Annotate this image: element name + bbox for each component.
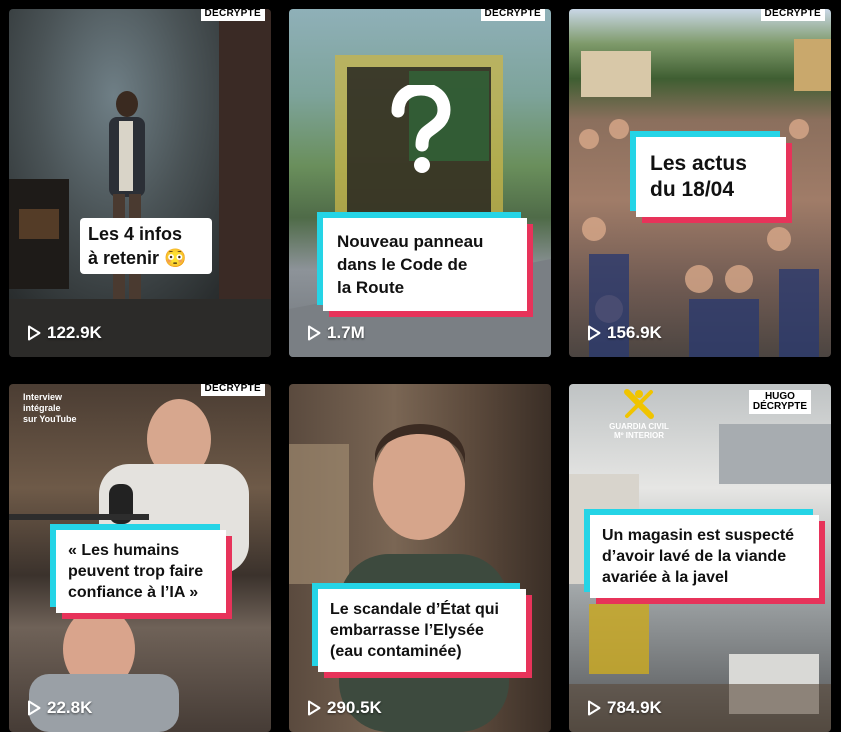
caption-box: Les actus du 18/04 [636, 137, 786, 217]
view-count: 1.7M [307, 323, 365, 343]
decrypte-badge: DÉCRYPTE [200, 384, 265, 396]
play-icon [588, 700, 601, 716]
play-icon [28, 700, 41, 716]
corner-text-line: intégrale [23, 403, 61, 413]
view-count: 784.9K [587, 698, 662, 718]
decrypte-badge: DÉCRYPTE [480, 9, 545, 21]
caption-box: Un magasin est suspecté d’avoir lavé de … [590, 515, 819, 598]
caption-line: dans le Code de [337, 255, 468, 274]
caption-box: Nouveau panneau dans le Code de la Route [323, 218, 527, 311]
play-icon [28, 325, 41, 341]
guardia-civil-label: GUARDIA CIVIL Mº INTERIOR [599, 422, 679, 440]
caption-line: confiance à l’IA » [68, 584, 199, 601]
caption-box: Le scandale d’État qui embarrasse l’Elys… [318, 589, 526, 672]
caption-line: Un magasin est suspecté [602, 527, 795, 544]
view-count-label: 784.9K [607, 698, 662, 717]
caption-box: Les 4 infos à retenir 😳 [80, 218, 212, 274]
caption-box: « Les humains peuvent trop faire confian… [56, 530, 226, 613]
play-icon [588, 325, 601, 341]
corner-text: Interview intégrale sur YouTube [23, 392, 103, 425]
caption-line: d’avoir lavé de la viande [602, 548, 787, 565]
guardia-civil-emblem-icon [624, 389, 654, 419]
view-count: 122.9K [27, 323, 102, 343]
hugo-decrypte-badge: HUGO DÉCRYPTE [748, 390, 811, 414]
caption-line: « Les humains [68, 542, 180, 559]
video-tile-5[interactable]: Le scandale d’État qui embarrasse l’Elys… [289, 384, 551, 732]
badge-line: DÉCRYPTE [752, 401, 807, 412]
presenter-illustration [289, 424, 509, 732]
caption-line: du 18/04 [650, 178, 735, 201]
question-mark-icon [391, 85, 451, 173]
guardia-line: GUARDIA CIVIL [609, 422, 669, 431]
view-count: 156.9K [587, 323, 662, 343]
video-tile-2[interactable]: DÉCRYPTE Nouveau panneau dans le Code de… [289, 9, 551, 357]
caption-line: Les actus [650, 152, 747, 175]
video-tile-3[interactable]: DÉCRYPTE Les actus du 18/04 156.9K [569, 9, 831, 357]
view-count-label: 22.8K [47, 698, 93, 717]
caption-line: Nouveau panneau [337, 232, 484, 251]
play-icon [308, 700, 321, 716]
view-count-label: 1.7M [327, 323, 365, 342]
decrypte-badge: DÉCRYPTE [760, 9, 825, 21]
video-tile-1[interactable]: DÉCRYPTE Les 4 infos à retenir 😳 122.9K [9, 9, 271, 357]
view-count-label: 156.9K [607, 323, 662, 342]
caption-line: embarrasse l’Elysée [330, 622, 484, 639]
caption-line: Le scandale d’État qui [330, 601, 499, 618]
play-icon [308, 325, 321, 341]
caption-line: (eau contaminée) [330, 643, 462, 660]
caption-line: avariée à la javel [602, 569, 729, 586]
caption-line: à retenir 😳 [88, 248, 187, 268]
caption-line: la Route [337, 278, 405, 297]
caption-line: Les 4 infos [88, 224, 183, 244]
guardia-line: Mº INTERIOR [613, 431, 665, 440]
view-count: 22.8K [27, 698, 92, 718]
stage-illustration [9, 9, 271, 357]
view-count-label: 122.9K [47, 323, 102, 342]
video-tile-4[interactable]: DÉCRYPTE Interview intégrale sur YouTube… [9, 384, 271, 732]
video-grid: DÉCRYPTE Les 4 infos à retenir 😳 122.9K … [0, 0, 841, 732]
video-tile-6[interactable]: GUARDIA CIVIL Mº INTERIOR HUGO DÉCRYPTE … [569, 384, 831, 732]
corner-text-line: Interview [23, 392, 63, 402]
corner-text-line: sur YouTube [23, 414, 77, 424]
view-count: 290.5K [307, 698, 382, 718]
caption-line: peuvent trop faire [68, 563, 204, 580]
decrypte-badge: DÉCRYPTE [200, 9, 265, 21]
view-count-label: 290.5K [327, 698, 382, 717]
